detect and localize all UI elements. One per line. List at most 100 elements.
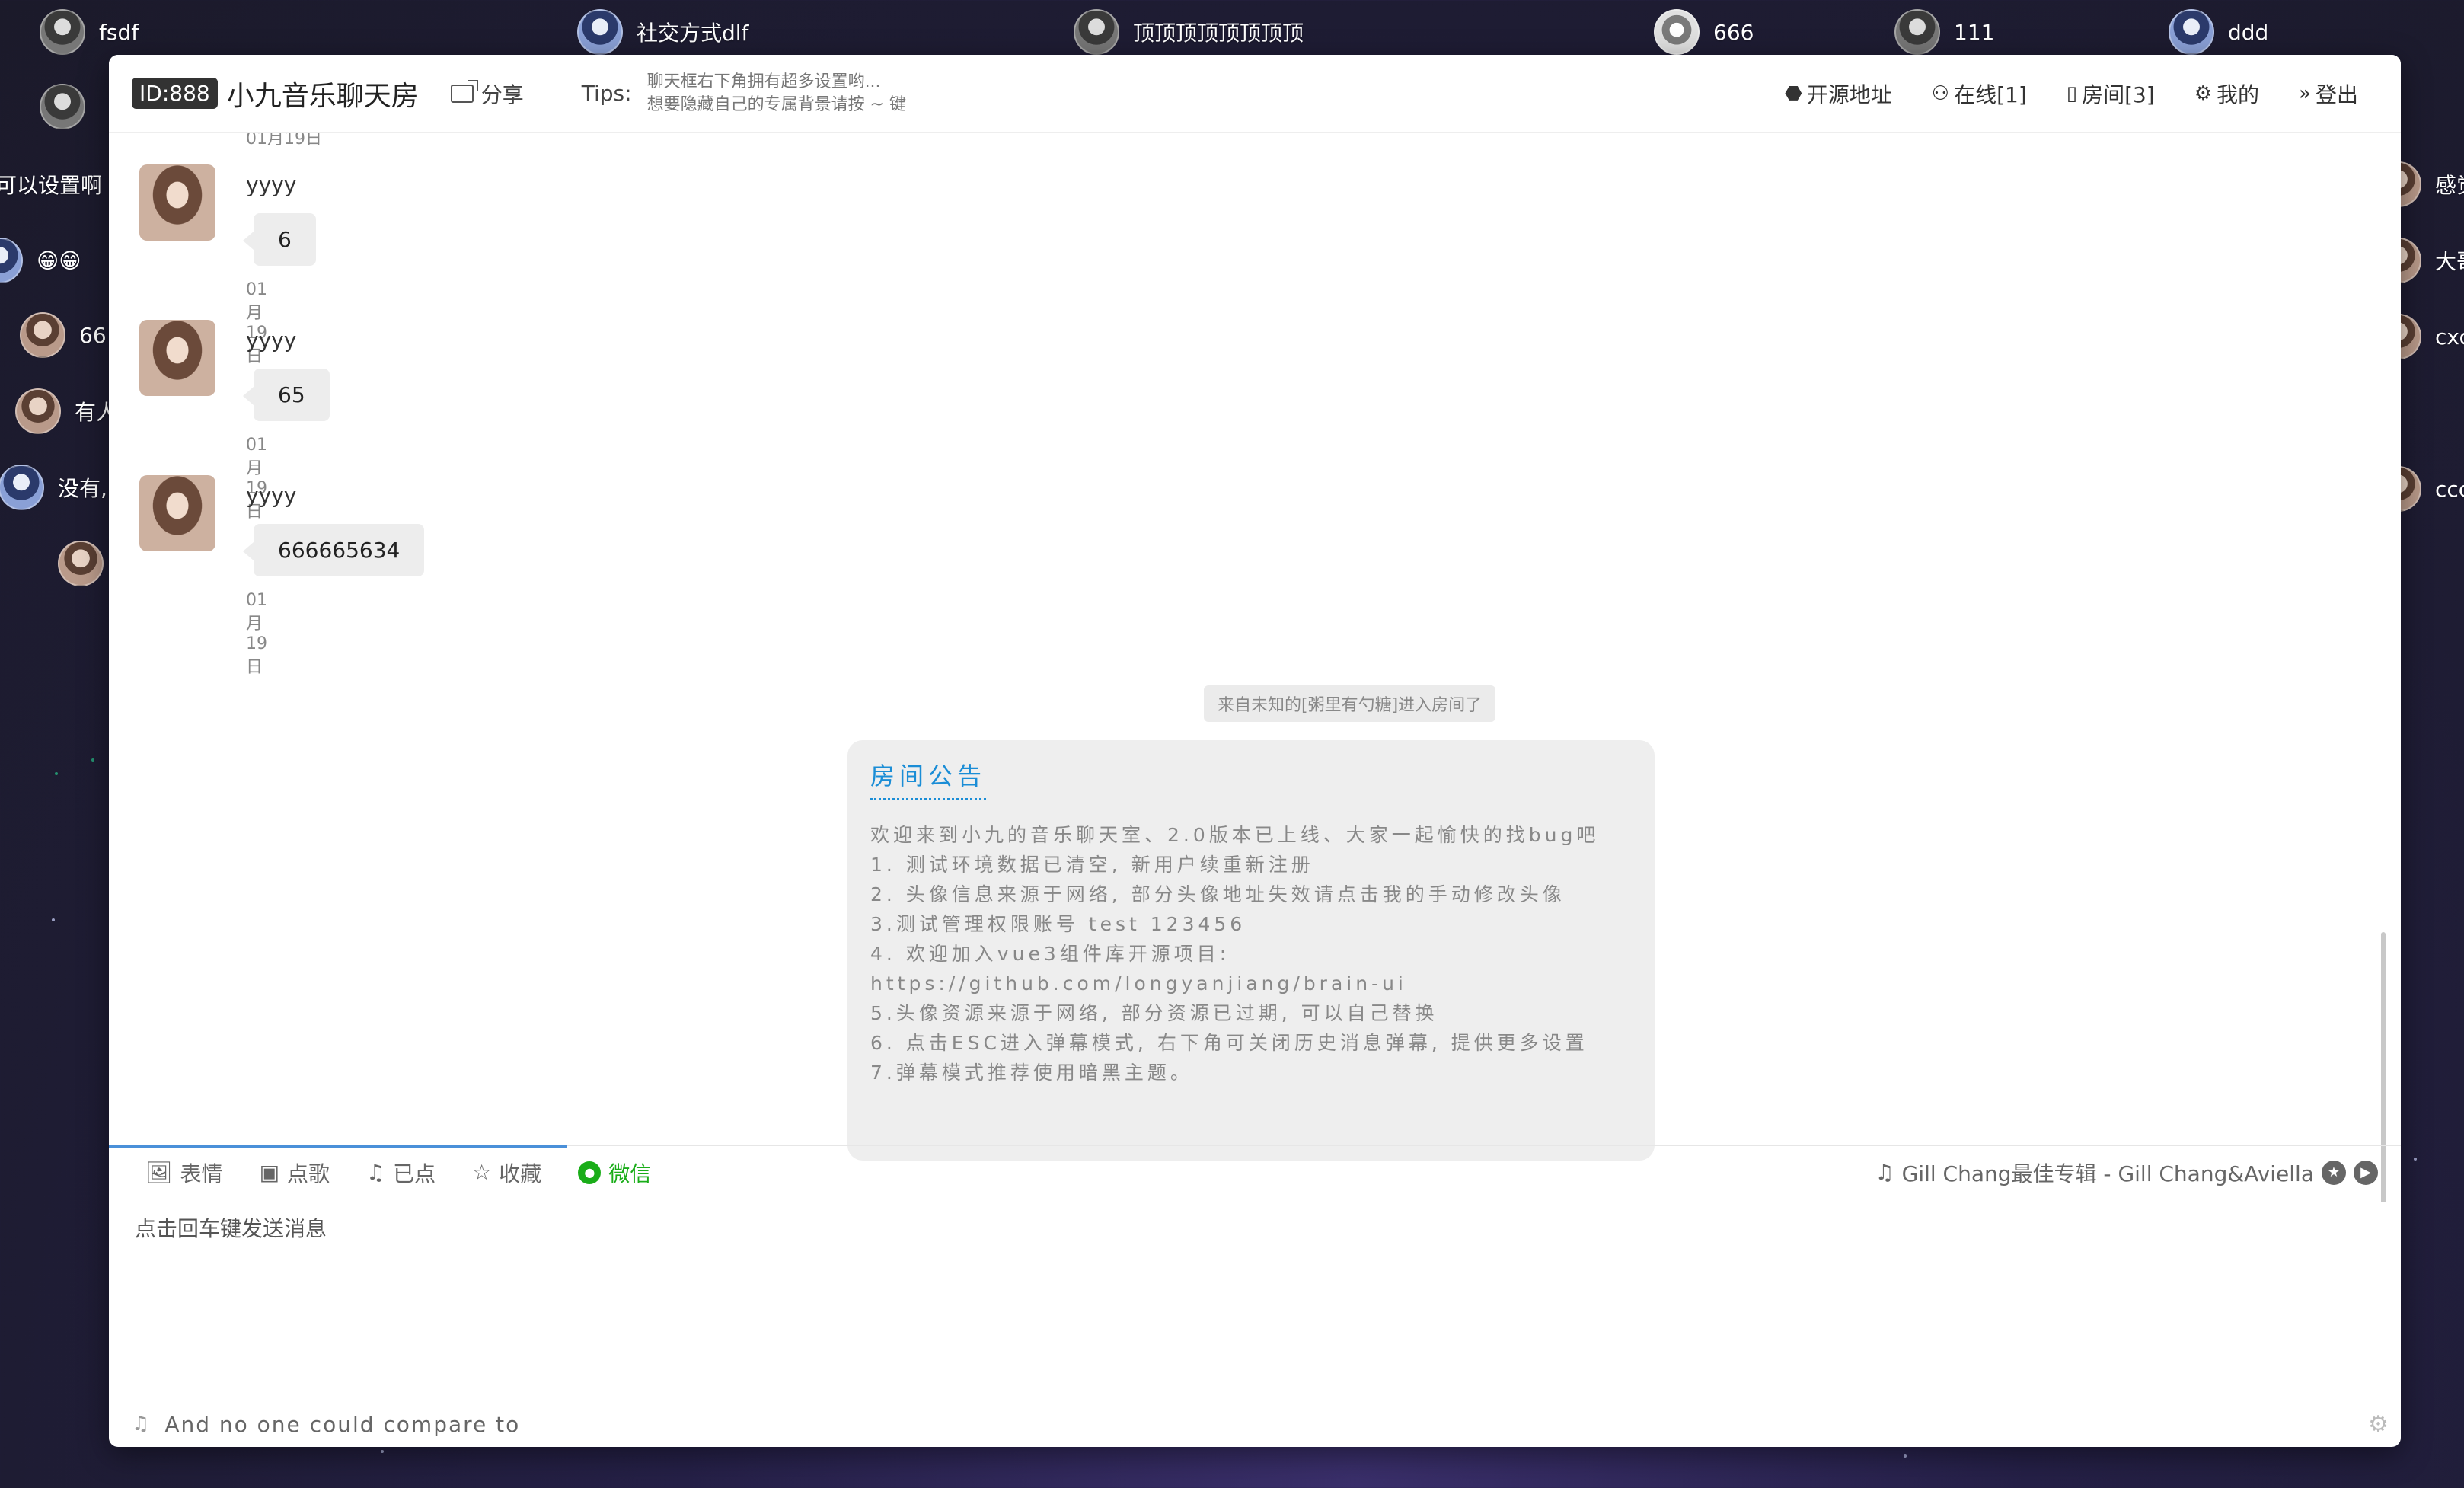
avatar[interactable] (139, 475, 215, 551)
danmaku-text: 大哥 (2435, 249, 2464, 274)
avatar (58, 541, 104, 586)
nav-label: 登出 (2315, 81, 2358, 107)
danmaku-item: 没有, (0, 465, 107, 510)
danmaku-item (58, 541, 104, 586)
danmaku-item: 有人 (15, 388, 117, 434)
header-nav: ⬣ 开源地址 ⚇ 在线[1] ▯ 房间[3] ⚙ 我的 » 登出 (1785, 78, 2358, 109)
danmaku-text: 111 (1954, 19, 1995, 45)
room-id-badge: ID:888 (132, 78, 218, 109)
lyric-text: And no one could compare to (164, 1411, 521, 1437)
message-bubble: 6 (243, 213, 316, 266)
now-playing: ♫ Gill Chang最佳专辑 - Gill Chang&Aviella ★ … (1875, 1158, 2378, 1188)
message-time: 01月19日 (246, 133, 322, 148)
danmaku-text: fsdf (99, 19, 139, 45)
message-list[interactable]: 01月19日 yyyy 6 01月19日 yyyy 65 01月19日 yyyy… (109, 133, 2390, 1202)
nav-label: 在线[1] (1954, 81, 2027, 107)
danmaku-item: 111 (1894, 9, 1994, 55)
message-input[interactable]: 点击回车键发送消息 (135, 1212, 327, 1243)
danmaku-item: ddd (2169, 9, 2268, 55)
share-icon (450, 84, 474, 103)
danmaku-item: 顶顶顶顶顶顶顶顶 (1074, 9, 1304, 55)
image-icon: 🖼 (145, 1160, 173, 1185)
danmaku-item: fsdf (40, 9, 139, 55)
danmaku-item (40, 84, 85, 129)
song-progress-bar[interactable] (109, 1145, 567, 1148)
notice-line: 欢迎来到小九的音乐聊天室、2.0版本已上线、大家一起愉快的找bug吧 (870, 824, 1600, 846)
gear-icon: ⚙ (2194, 81, 2213, 105)
notice-line: 5.头像资源来源于网络, 部分资源已过期, 可以自己替换 (870, 1002, 1438, 1024)
nav-label: 我的 (2217, 81, 2260, 107)
nav-source-link[interactable]: ⬣ 开源地址 (1785, 78, 1892, 109)
users-icon: ⚇ (1931, 81, 1950, 105)
nav-mine-button[interactable]: ⚙ 我的 (2194, 78, 2259, 109)
tool-label: 已点 (393, 1161, 436, 1186)
background-star (2414, 1158, 2417, 1161)
danmaku-text: 66 (79, 322, 107, 348)
favorite-button[interactable]: ☆ 收藏 (472, 1158, 541, 1188)
message-username: yyyy (246, 483, 297, 508)
tips-label: Tips: (581, 81, 632, 106)
avatar (15, 388, 61, 434)
nav-logout-button[interactable]: » 登出 (2299, 78, 2358, 109)
wechat-button[interactable]: ● 微信 (578, 1158, 651, 1188)
danmaku-text: ddd (2228, 19, 2269, 45)
star-icon: ☆ (472, 1160, 492, 1185)
tool-label: 点歌 (287, 1161, 330, 1186)
avatar[interactable] (139, 320, 215, 396)
input-toolbar: 🖼 表情 ▣ 点歌 ♫ 已点 ☆ 收藏 ● 微信 ♫ Gill Chang最佳专… (109, 1145, 2401, 1199)
message-time: 01月19日 (246, 280, 267, 366)
share-button[interactable]: 分享 (450, 78, 524, 109)
avatar (20, 312, 65, 358)
notice-body: 欢迎来到小九的音乐聊天室、2.0版本已上线、大家一起愉快的找bug吧 1. 测试… (870, 820, 1632, 1087)
message-bubble: 65 (243, 369, 330, 421)
double-chevron-right-icon: » (2299, 81, 2311, 105)
favorite-song-icon[interactable]: ★ (2322, 1160, 2346, 1185)
music-list-icon: ♫ (366, 1160, 386, 1185)
avatar (40, 9, 85, 55)
nav-label: 房间[3] (2082, 81, 2155, 107)
notice-line: 1. 测试环境数据已清空, 新用户续重新注册 (870, 854, 1314, 876)
nav-online-button[interactable]: ⚇ 在线[1] (1932, 78, 2027, 109)
danmaku-item: 社交方式dlf (577, 9, 748, 55)
danmaku-text: 顶顶顶顶顶顶顶顶 (1133, 21, 1304, 46)
avatar (40, 84, 85, 129)
avatar (1894, 9, 1940, 55)
avatar[interactable] (139, 164, 215, 241)
settings-gear-icon[interactable]: ⚙ (2368, 1411, 2389, 1438)
room-notice-card: 房间公告 欢迎来到小九的音乐聊天室、2.0版本已上线、大家一起愉快的找bug吧 … (847, 740, 1655, 1161)
message-username: yyyy (246, 327, 297, 353)
emoji-button[interactable]: 🖼 表情 (145, 1158, 223, 1188)
avatar (2169, 9, 2214, 55)
nav-label: 开源地址 (1806, 81, 1892, 107)
danmaku-text: 没有, (58, 476, 107, 501)
tips-ticker: 聊天框右下角拥有超多设置哟... 想要隐藏自己的专属背景请按 ~ 键 (647, 71, 975, 117)
notice-title: 房间公告 (870, 757, 987, 800)
message-time: 01月19日 (246, 436, 267, 522)
notice-line: 6. 点击ESC进入弹幕模式, 右下角可关闭历史消息弹幕, 提供更多设置 (870, 1032, 1588, 1054)
share-label: 分享 (480, 81, 524, 107)
avatar (1074, 9, 1119, 55)
nav-rooms-button[interactable]: ▯ 房间[3] (2067, 78, 2155, 109)
notice-line: 3.测试管理权限账号 test 123456 (870, 913, 1246, 935)
order-song-button[interactable]: ▣ 点歌 (260, 1158, 330, 1188)
play-icon[interactable]: ▶ (2354, 1160, 2378, 1185)
music-note-icon: ♫ (1875, 1160, 1894, 1185)
avatar (0, 465, 44, 510)
tips-line: 想要隐藏自己的专属背景请按 ~ 键 (646, 94, 906, 114)
background-star (55, 772, 58, 775)
danmaku-text: 666 (1713, 19, 1754, 45)
wechat-icon: ● (578, 1161, 602, 1184)
ordered-songs-button[interactable]: ♫ 已点 (366, 1158, 436, 1188)
background-star (1904, 1454, 1907, 1458)
danmaku-text: 感觉 (2435, 173, 2464, 198)
chat-window: ID:888 小九音乐聊天房 分享 Tips: 聊天框右下角拥有超多设置哟...… (109, 55, 2401, 1447)
notice-line: 4. 欢迎加入vue3组件库开源项目: https://github.com/l… (870, 943, 1407, 995)
inbox-icon: ▣ (259, 1160, 280, 1185)
danmaku-text: 😁😁 (37, 247, 81, 273)
avatar (577, 9, 623, 55)
tips-line: 聊天框右下角拥有超多设置哟... (646, 72, 881, 91)
github-icon: ⬣ (1785, 81, 1802, 105)
tool-label: 表情 (180, 1161, 223, 1186)
background-star (52, 918, 55, 921)
avatar (0, 238, 23, 283)
